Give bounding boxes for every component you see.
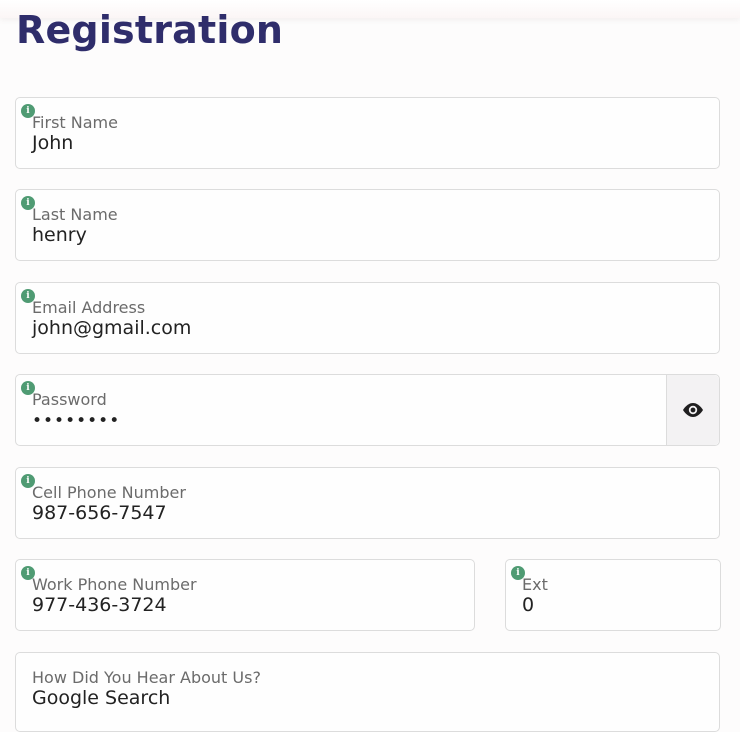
first-name-label: First Name — [32, 113, 118, 132]
cell-phone-input[interactable]: 987-656-7547 — [32, 502, 167, 524]
last-name-field[interactable]: i Last Name henry — [15, 189, 720, 261]
cell-phone-label: Cell Phone Number — [32, 483, 186, 502]
page-title: Registration — [16, 8, 284, 52]
password-label: Password — [32, 390, 107, 409]
work-phone-field[interactable]: i Work Phone Number 977-436-3724 — [15, 559, 475, 631]
ext-input[interactable]: 0 — [522, 594, 534, 616]
work-phone-input[interactable]: 977-436-3724 — [32, 594, 167, 616]
show-password-button[interactable] — [666, 375, 719, 445]
work-phone-label: Work Phone Number — [32, 575, 197, 594]
first-name-input[interactable]: John — [32, 132, 73, 154]
referral-label: How Did You Hear About Us? — [32, 668, 261, 687]
referral-value[interactable]: Google Search — [32, 687, 170, 709]
first-name-field[interactable]: i First Name John — [15, 97, 720, 169]
referral-select[interactable]: How Did You Hear About Us? Google Search — [15, 652, 720, 732]
ext-field[interactable]: i Ext 0 — [505, 559, 721, 631]
email-input[interactable]: john@gmail.com — [32, 317, 191, 339]
password-field[interactable]: i Password •••••••• — [15, 374, 720, 446]
password-input[interactable]: •••••••• — [32, 411, 120, 431]
eye-icon — [683, 403, 703, 417]
email-field[interactable]: i Email Address john@gmail.com — [15, 282, 720, 354]
last-name-label: Last Name — [32, 205, 118, 224]
email-label: Email Address — [32, 298, 146, 317]
last-name-input[interactable]: henry — [32, 224, 87, 246]
cell-phone-field[interactable]: i Cell Phone Number 987-656-7547 — [15, 467, 720, 539]
ext-label: Ext — [522, 575, 548, 594]
